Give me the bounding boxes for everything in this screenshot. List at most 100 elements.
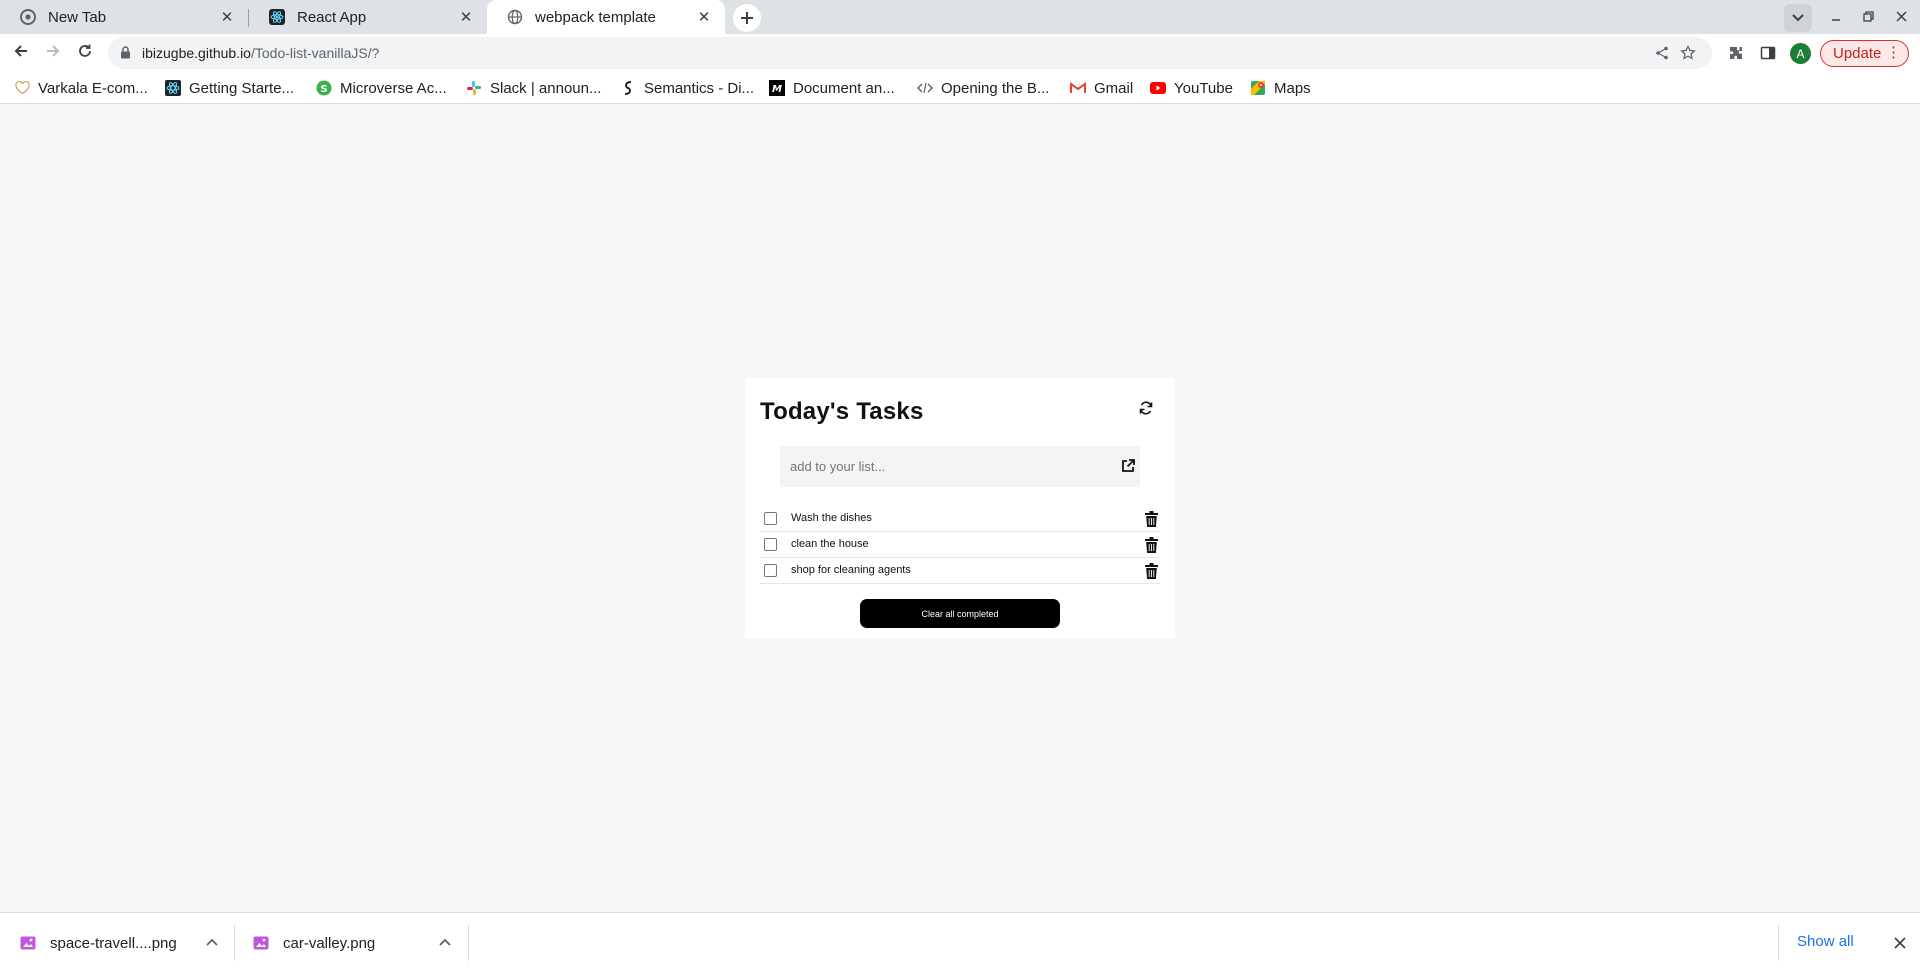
tab-strip: New Tab ✕ React App ✕ webpack template ✕ — [0, 0, 1920, 34]
minimize-icon — [1831, 9, 1841, 25]
medium-icon: M — [769, 80, 785, 96]
download-filename: car-valley.png — [283, 934, 376, 952]
svg-text:S: S — [320, 84, 327, 95]
url-host: ibizugbe.github.io — [142, 45, 251, 61]
bookmark-label: Gmail — [1094, 79, 1134, 97]
react-icon — [269, 9, 285, 25]
bookmark-slack[interactable]: Slack | announ... — [466, 78, 601, 98]
extensions-icon[interactable] — [1726, 43, 1746, 63]
download-filename: space-travell....png — [50, 934, 177, 952]
restore-icon — [1862, 9, 1874, 25]
back-button[interactable] — [7, 39, 35, 67]
task-checkbox[interactable] — [764, 512, 777, 525]
bookmark-microverse[interactable]: S Microverse Ac... — [316, 78, 447, 98]
show-all-button[interactable]: Show all — [1797, 933, 1854, 953]
chevron-up-icon[interactable] — [204, 934, 220, 950]
bookmarks-bar: Varkala E-com... Getting Starte... S Mic… — [0, 72, 1920, 104]
bookmark-youtube[interactable]: YouTube — [1150, 78, 1233, 98]
trash-icon[interactable] — [1143, 510, 1159, 528]
task-item: Wash the dishes — [760, 506, 1160, 532]
bookmark-opening[interactable]: Opening the B... — [917, 78, 1049, 98]
bookmark-label: Microverse Ac... — [340, 79, 447, 97]
todo-card: Today's Tasks Wash the dishes clean the … — [745, 378, 1175, 639]
update-button[interactable]: Update ⋮ — [1820, 40, 1909, 67]
tab-new-tab[interactable]: New Tab ✕ — [0, 0, 248, 34]
tab-webpack-template[interactable]: webpack template ✕ — [487, 0, 725, 34]
plus-icon — [740, 5, 754, 31]
download-shelf: space-travell....png car-valley.png Show… — [0, 912, 1920, 972]
chevron-up-icon[interactable] — [437, 934, 453, 950]
tab-title: webpack template — [535, 8, 656, 26]
maps-icon — [1250, 80, 1266, 96]
star-icon[interactable] — [1679, 44, 1697, 62]
arrow-right-icon — [45, 43, 61, 64]
bookmark-maps[interactable]: Maps — [1250, 78, 1311, 98]
add-task-input[interactable] — [780, 446, 1110, 487]
task-checkbox[interactable] — [764, 538, 777, 551]
page-title: Today's Tasks — [760, 398, 924, 425]
forward-button[interactable] — [39, 39, 67, 67]
task-label[interactable]: Wash the dishes — [791, 512, 872, 524]
share-icon[interactable] — [1653, 44, 1671, 62]
microverse-icon: S — [316, 80, 332, 96]
download-item[interactable]: car-valley.png — [253, 923, 375, 963]
reload-icon — [77, 43, 93, 64]
tab-react-app[interactable]: React App ✕ — [249, 0, 487, 34]
globe-icon — [507, 9, 523, 25]
refresh-icon[interactable] — [1138, 399, 1154, 417]
close-tab-icon[interactable]: ✕ — [457, 8, 475, 26]
bookmark-document[interactable]: M Document an... — [769, 78, 895, 98]
task-label[interactable]: clean the house — [791, 538, 869, 550]
bookmark-label: YouTube — [1174, 79, 1233, 97]
url-path: /Todo-list-vanillaJS/? — [250, 45, 380, 61]
profile-avatar[interactable]: A — [1790, 43, 1811, 64]
close-icon — [1895, 9, 1907, 25]
chevron-down-icon — [1792, 9, 1804, 27]
side-panel-icon[interactable] — [1758, 43, 1778, 63]
new-tab-button[interactable] — [733, 4, 761, 32]
clear-completed-button[interactable]: Clear all completed — [860, 599, 1060, 628]
react-icon — [165, 80, 181, 96]
tab-title: React App — [297, 8, 367, 26]
add-task-row — [780, 446, 1140, 487]
trash-icon[interactable] — [1143, 562, 1159, 580]
arrow-left-icon — [13, 43, 29, 64]
download-item[interactable]: space-travell....png — [20, 923, 177, 963]
minimize-button[interactable] — [1825, 6, 1847, 28]
image-file-icon — [253, 935, 269, 951]
close-tab-icon[interactable]: ✕ — [695, 8, 713, 26]
tab-search-button[interactable] — [1784, 4, 1812, 32]
more-menu-icon: ⋮ — [1886, 44, 1901, 61]
close-icon[interactable] — [1892, 935, 1908, 951]
bookmark-label: Opening the B... — [941, 79, 1050, 97]
bookmark-semantics[interactable]: Semantics - Di... — [620, 78, 754, 98]
heart-icon — [14, 80, 30, 96]
download-divider — [468, 925, 469, 961]
image-file-icon — [20, 935, 36, 951]
task-label[interactable]: shop for cleaning agents — [791, 564, 911, 576]
bookmark-varkala[interactable]: Varkala E-com... — [14, 78, 148, 98]
task-item: shop for cleaning agents — [760, 558, 1160, 584]
code-icon — [917, 80, 933, 96]
close-window-button[interactable] — [1890, 6, 1912, 28]
reload-button[interactable] — [71, 39, 99, 67]
bookmark-label: Document an... — [793, 79, 895, 97]
bookmark-label: Varkala E-com... — [38, 79, 148, 97]
browser-toolbar: ibizugbe.github.io/Todo-list-vanillaJS/?… — [0, 34, 1920, 72]
svg-text:M: M — [772, 84, 782, 95]
close-tab-icon[interactable]: ✕ — [218, 8, 236, 26]
enter-icon[interactable] — [1120, 458, 1136, 474]
slack-icon — [466, 80, 482, 96]
bookmark-label: Getting Starte... — [189, 79, 295, 97]
bookmark-label: Slack | announ... — [490, 79, 602, 97]
semantics-icon — [620, 80, 636, 96]
download-divider — [234, 925, 235, 961]
address-bar[interactable]: ibizugbe.github.io/Todo-list-vanillaJS/? — [108, 37, 1712, 69]
bookmark-label: Semantics - Di... — [644, 79, 755, 97]
bookmark-gmail[interactable]: Gmail — [1070, 78, 1133, 98]
bookmark-getting-started[interactable]: Getting Starte... — [165, 78, 294, 98]
trash-icon[interactable] — [1143, 536, 1159, 554]
task-checkbox[interactable] — [764, 564, 777, 577]
url-text: ibizugbe.github.io/Todo-list-vanillaJS/? — [142, 45, 379, 61]
restore-button[interactable] — [1857, 6, 1879, 28]
